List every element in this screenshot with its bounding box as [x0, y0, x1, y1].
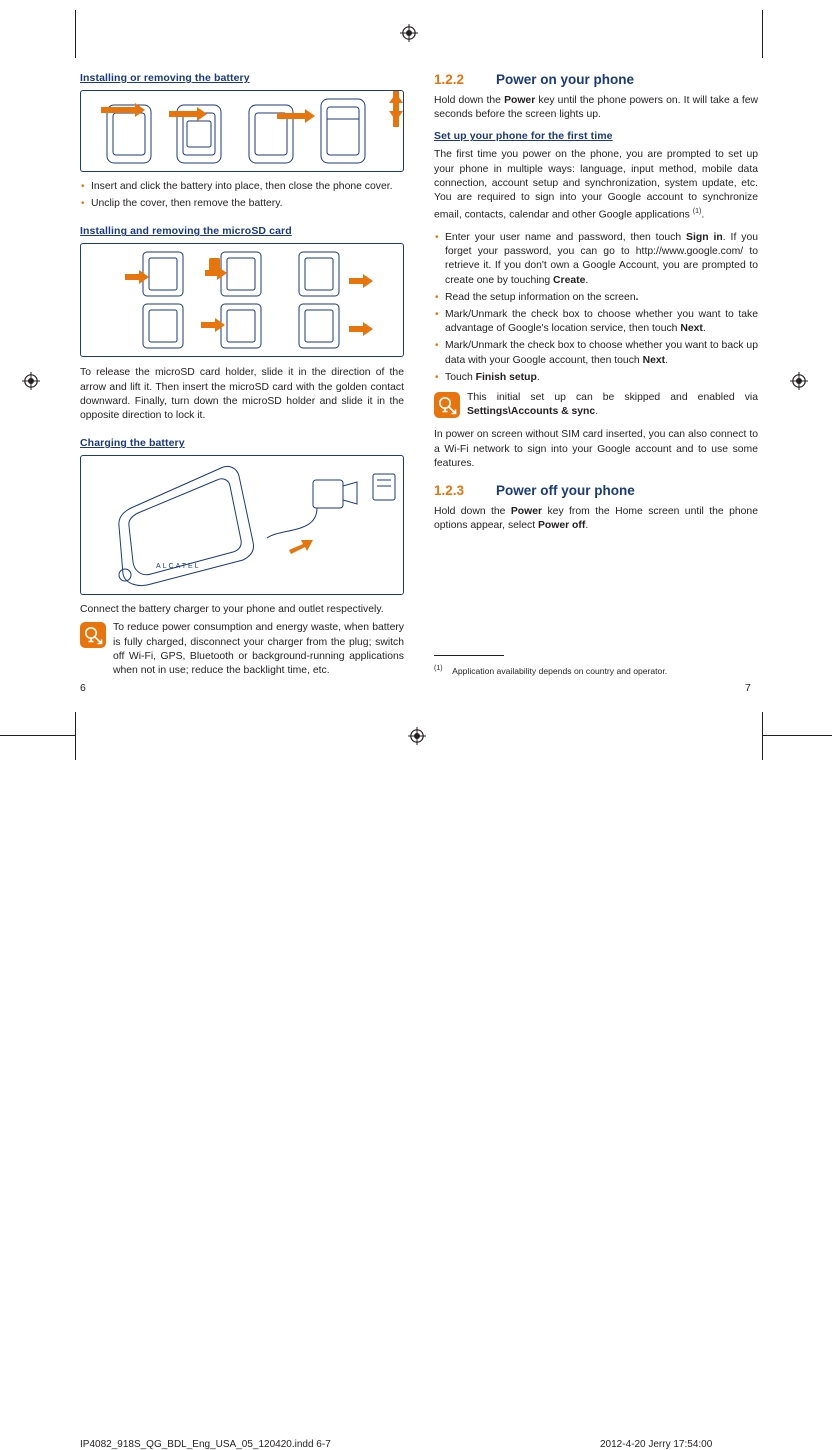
registration-mark-icon-left [22, 372, 40, 390]
section-title: Power off your phone [496, 482, 635, 498]
list-item: Insert and click the battery into place,… [80, 180, 404, 194]
heading-setup-first-time: Set up your phone for the first time [434, 130, 613, 143]
power-on-paragraph: Hold down the Power key until the phone … [434, 95, 758, 121]
print-info-bar: IP4082_918S_QG_BDL_Eng_USA_05_120420.ind… [0, 712, 832, 1450]
print-timestamp: 2012-4-20 Jerry 17:54:00 [600, 1439, 713, 1450]
charging-note-text: To reduce power consumption and energy w… [113, 622, 404, 677]
section-title: Power on your phone [496, 72, 635, 87]
setup-note-text: This initial set up can be skipped and e… [467, 391, 758, 418]
setup-paragraph: The first time you power on the phone, y… [434, 149, 758, 221]
list-item: Enter your user name and password, then … [434, 231, 758, 288]
footnote-text: Application availability depends on coun… [452, 665, 668, 676]
crop-mark-top-left-v [75, 10, 76, 58]
power-off-paragraph: Hold down the Power key from the Home sc… [434, 505, 758, 532]
section-heading-power-on: 1.2.2 Power on your phone [434, 72, 758, 87]
heading-installing-microsd: Installing and removing the microSD card [80, 225, 292, 238]
setup-bullet-list: Enter your user name and password, then … [434, 231, 758, 385]
right-page-column: 1.2.2 Power on your phone Hold down the … [434, 72, 758, 541]
figure-microsd-install [80, 243, 404, 358]
document-page: Installing or removing the battery • Ins… [0, 0, 832, 1450]
list-item: Mark/Unmark the check box to choose whet… [434, 339, 758, 367]
charging-instructions: Connect the battery charger to your phon… [80, 604, 384, 616]
list-item: Mark/Unmark the check box to choose whet… [434, 308, 758, 336]
list-item: Read the setup information on the screen… [434, 291, 758, 305]
footnote: (1) Application availability depends on … [434, 663, 758, 677]
lightbulb-icon [80, 622, 106, 649]
registration-mark-icon-top [400, 24, 418, 42]
footnote-rule [434, 655, 504, 656]
svg-text:ALCATEL: ALCATEL [156, 563, 201, 570]
setup-note: This initial set up can be skipped and e… [434, 391, 758, 419]
charging-note: To reduce power consumption and energy w… [80, 621, 404, 678]
registration-mark-icon-right [790, 372, 808, 390]
figure-charging: ALCATEL [80, 455, 404, 596]
section-number: 1.2.3 [434, 482, 465, 498]
heading-installing-battery: Installing or removing the battery [80, 72, 250, 84]
footnote-marker: (1) [434, 665, 443, 672]
microsd-instructions: To release the microSD card holder, slid… [80, 367, 404, 422]
crop-mark-top-right-v [762, 10, 763, 58]
lightbulb-icon [434, 391, 460, 418]
section-number: 1.2.2 [434, 72, 465, 87]
heading-charging-battery: Charging the battery [80, 437, 185, 450]
figure-battery-install [80, 90, 404, 172]
page-number-left: 6 [80, 682, 86, 694]
section-heading-power-off: 1.2.3 Power off your phone [434, 483, 758, 498]
print-file-info: IP4082_918S_QG_BDL_Eng_USA_05_120420.ind… [80, 1439, 331, 1450]
sim-paragraph: In power on screen without SIM card inse… [434, 429, 758, 469]
page-number-right: 7 [745, 682, 751, 694]
list-item: Touch Finish setup. [434, 371, 758, 385]
battery-bullet-list: Insert and click the battery into place,… [80, 180, 404, 212]
list-item: Unclip the cover, then remove the batter… [80, 197, 404, 211]
left-page-column: Installing or removing the battery • Ins… [80, 72, 404, 678]
